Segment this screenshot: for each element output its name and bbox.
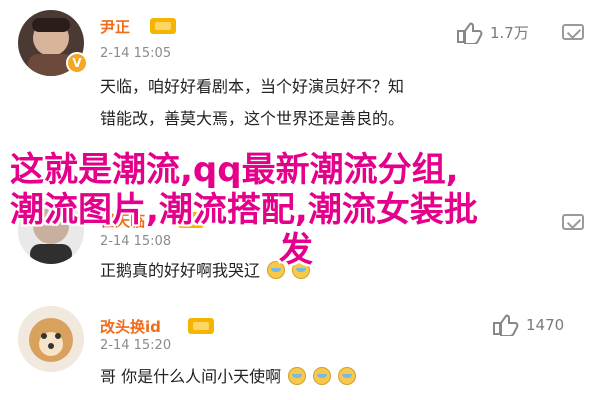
comment-text: 哥 你是什么人间小天使啊 bbox=[100, 362, 357, 392]
like-thumb-icon[interactable] bbox=[456, 22, 484, 44]
username[interactable]: 改头换id bbox=[100, 316, 161, 337]
vip-icon bbox=[188, 318, 214, 334]
overlay-line-1: 这就是潮流,qq最新潮流分组, bbox=[10, 150, 459, 190]
dog-avatar-icon bbox=[18, 306, 84, 372]
overlay-line-3: 发 bbox=[279, 230, 313, 270]
comment-1: V 尹正 2-14 15:05 1.7万 天临，咱好好看剧本，当个好演员好不？知… bbox=[0, 0, 600, 150]
crying-emoji-icon bbox=[313, 367, 332, 385]
comment-text-span: 正鹅真的好好啊我哭辽 bbox=[100, 261, 261, 280]
vip-icon bbox=[150, 18, 176, 34]
comment-text-line-2: 错能改，善莫大焉，这个世界还是善良的。 bbox=[100, 109, 405, 128]
like-count: 1470 bbox=[526, 316, 565, 334]
like-count: 1.7万 bbox=[490, 24, 529, 42]
more-options-icon[interactable] bbox=[562, 24, 584, 40]
overlay-line-2: 潮流图片,潮流搭配,潮流女装批 bbox=[10, 190, 478, 230]
crying-emoji-icon bbox=[288, 367, 307, 385]
crying-emoji-icon bbox=[338, 367, 357, 385]
comment-text-span: 哥 你是什么人间小天使啊 bbox=[100, 367, 282, 386]
username[interactable]: 尹正 bbox=[100, 16, 130, 37]
timestamp: 2-14 15:05 bbox=[100, 46, 172, 61]
comment-text-line-1: 天临，咱好好看剧本，当个好演员好不？知 bbox=[100, 77, 405, 96]
timestamp: 2-14 15:08 bbox=[100, 234, 172, 249]
avatar-dog[interactable] bbox=[18, 306, 84, 372]
verified-badge-icon: V bbox=[66, 52, 88, 74]
comment-3: 改头换id 2-14 15:20 1470 哥 你是什么人间小天使啊 bbox=[0, 300, 600, 400]
more-options-icon[interactable] bbox=[562, 214, 584, 230]
like-thumb-icon[interactable] bbox=[492, 314, 520, 336]
timestamp: 2-14 15:20 bbox=[100, 338, 172, 353]
